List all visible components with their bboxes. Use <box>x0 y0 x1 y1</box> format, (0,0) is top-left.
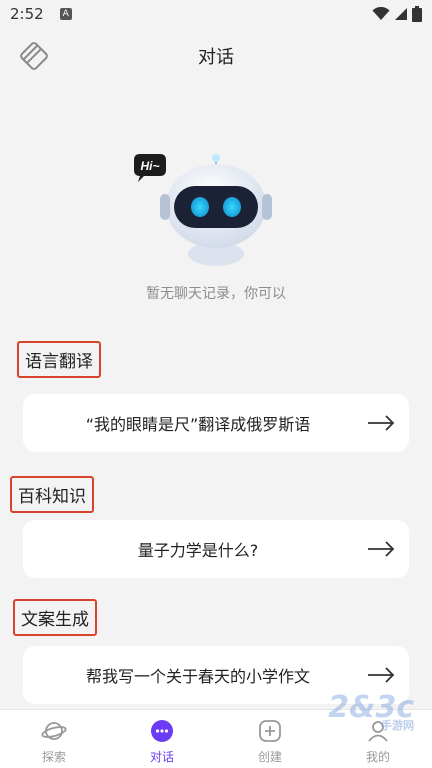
section-label-encyclopedia: 百科知识 <box>10 476 94 513</box>
hi-bubble-text: Hi~ <box>140 159 159 173</box>
tab-label: 对话 <box>149 750 174 764</box>
prompt-text: “我的眼睛是尺”翻译成俄罗斯语 <box>85 415 311 434</box>
robot-mascot-icon: Hi~ <box>134 154 272 266</box>
status-indicator-icon: A <box>59 8 72 20</box>
chat-icon <box>149 718 175 744</box>
arrow-right-icon <box>353 667 409 683</box>
prompt-card-encyclopedia[interactable]: 量子力学是什么? <box>23 520 409 578</box>
section-label-translation: 语言翻译 <box>17 341 101 378</box>
prompt-card-translation[interactable]: “我的眼睛是尺”翻译成俄罗斯语 <box>23 394 409 452</box>
tab-explore[interactable]: 探索 <box>0 710 108 768</box>
prompt-text: 量子力学是什么? <box>137 541 259 560</box>
status-icons <box>372 6 422 22</box>
planet-icon <box>41 718 67 744</box>
watermark: 2&3c 手游网 <box>328 690 414 733</box>
tab-label: 我的 <box>365 750 390 764</box>
tab-chat[interactable]: 对话 <box>108 710 216 768</box>
arrow-right-icon <box>353 415 409 431</box>
page-title: 对话 <box>198 47 234 68</box>
tab-label: 探索 <box>41 750 66 764</box>
tab-create[interactable]: 创建 <box>216 710 324 768</box>
section-label-copywriting: 文案生成 <box>13 599 97 636</box>
empty-state-text: 暂无聊天记录，你可以 <box>146 286 286 302</box>
signal-icon <box>395 8 407 20</box>
top-bar: 对话 <box>0 28 432 82</box>
wifi-icon <box>372 7 390 20</box>
arrow-right-icon <box>353 541 409 557</box>
prompt-text: 帮我写一个关于春天的小学作文 <box>85 667 310 686</box>
status-time: 2:52 <box>10 5 44 23</box>
tab-label: 创建 <box>257 750 282 764</box>
plus-square-icon <box>257 718 283 744</box>
battery-icon <box>412 6 422 22</box>
status-bar: 2:52 A <box>0 0 432 28</box>
